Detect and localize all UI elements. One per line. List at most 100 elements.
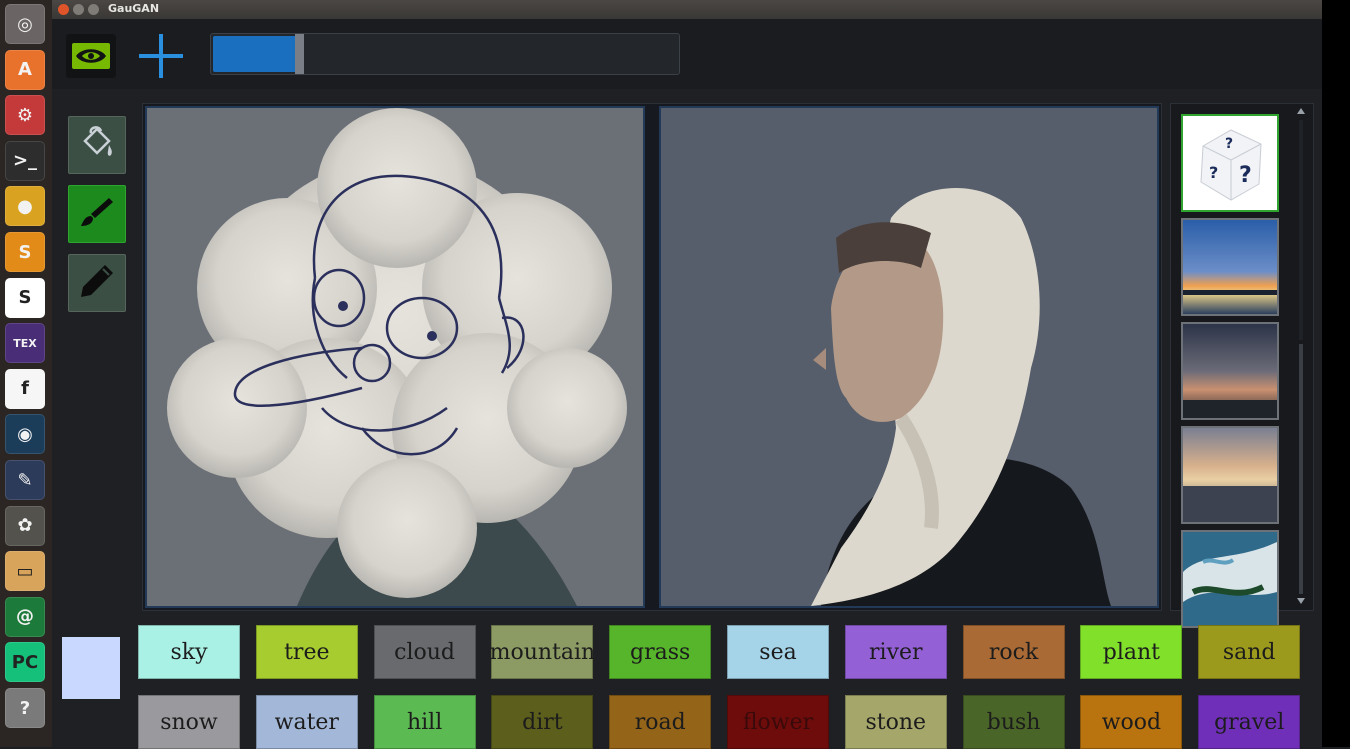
thumbnail-scrollbar[interactable] — [1295, 106, 1307, 606]
label-swatch-text: river — [869, 639, 923, 665]
label-swatch-river[interactable]: river — [844, 625, 947, 679]
font-viewer-icon-glyph: f — [21, 378, 29, 400]
pencil-tool[interactable] — [68, 254, 126, 312]
label-swatch-text: mountain — [489, 639, 596, 665]
ubuntu-home-icon-glyph: ◎ — [17, 13, 33, 35]
canvas-area — [142, 103, 1162, 611]
label-swatch-snow[interactable]: snow — [138, 695, 240, 749]
files-icon-glyph: ▭ — [16, 560, 34, 582]
label-swatch-flower[interactable]: flower — [727, 695, 829, 749]
chrome-icon-glyph: ● — [17, 195, 33, 217]
paint-icon[interactable]: ✎ — [5, 460, 45, 500]
minimize-window-button[interactable] — [73, 4, 84, 15]
svg-text:?: ? — [1225, 136, 1233, 152]
add-icon[interactable] — [136, 31, 186, 81]
fill-bucket-icon — [77, 123, 117, 167]
ubuntu-home-icon[interactable]: ◎ — [5, 4, 45, 44]
close-window-button[interactable] — [58, 4, 69, 15]
label-swatch-cloud[interactable]: cloud — [373, 625, 476, 679]
label-swatch-hill[interactable]: hill — [373, 695, 476, 749]
ide-icon[interactable]: @ — [5, 596, 45, 637]
fill-bucket-tool[interactable] — [68, 116, 126, 174]
system-settings-icon[interactable]: ⚙ — [5, 95, 45, 136]
slider-fill — [213, 36, 297, 72]
software-center-icon-glyph: A — [18, 59, 32, 81]
label-swatch-wood[interactable]: wood — [1080, 695, 1183, 749]
style-thumb-clouds-dusk[interactable] — [1181, 322, 1279, 420]
label-swatch-text: road — [634, 709, 686, 735]
label-swatch-text: plant — [1102, 639, 1161, 665]
label-swatch-sea[interactable]: sea — [727, 625, 829, 679]
segmentation-input-canvas[interactable] — [145, 106, 645, 608]
style-thumb-sunset-lake[interactable] — [1181, 218, 1279, 316]
style-thumbnail-list: ??? — [1170, 103, 1314, 628]
sublime-text-icon-glyph: S — [18, 241, 32, 263]
label-swatch-bush[interactable]: bush — [962, 695, 1065, 749]
pycharm-icon-glyph: PC — [11, 651, 39, 673]
launcher-dock: ◎ A ⚙ >_ ● S S TEX f ◉ ✎ ✿ ▭ @ PC? — [0, 0, 53, 747]
files-icon[interactable]: ▭ — [5, 551, 45, 592]
brush-icon — [77, 192, 117, 236]
label-swatch-text: rock — [988, 639, 1039, 665]
globe-icon-glyph: ◉ — [17, 423, 33, 445]
label-swatch-text: snow — [160, 709, 218, 735]
label-swatch-text: sky — [170, 639, 208, 665]
software-center-icon[interactable]: A — [5, 49, 45, 90]
maximize-window-button[interactable] — [88, 4, 99, 15]
gimp-icon[interactable]: ✿ — [5, 505, 45, 546]
label-swatch-text: flower — [742, 709, 814, 735]
label-swatch-sand[interactable]: sand — [1198, 625, 1301, 679]
terminal-icon-glyph: >_ — [12, 150, 38, 172]
generated-output-image — [659, 106, 1159, 608]
label-swatch-text: bush — [986, 709, 1041, 735]
window-title: GauGAN — [108, 2, 160, 15]
terminal-icon[interactable]: >_ — [5, 140, 45, 181]
paint-icon-glyph: ✎ — [17, 469, 33, 491]
slack-icon-glyph: S — [18, 287, 32, 309]
label-swatch-water[interactable]: water — [255, 695, 358, 749]
slack-icon[interactable]: S — [5, 277, 45, 318]
style-blend-slider[interactable] — [210, 33, 680, 75]
label-swatch-text: tree — [284, 639, 330, 665]
texmaker-icon[interactable]: TEX — [5, 323, 45, 364]
chrome-icon[interactable]: ● — [5, 186, 45, 227]
nvidia-logo-icon — [66, 34, 116, 78]
brush-tool[interactable] — [68, 185, 126, 243]
label-swatch-tree[interactable]: tree — [255, 625, 358, 679]
gaugan-app: ??? sky tree cloud mountain grass sea river roc… — [52, 19, 1322, 749]
label-swatch-text: gravel — [1214, 709, 1285, 735]
sublime-text-icon[interactable]: S — [5, 232, 45, 272]
help-icon-glyph: ? — [19, 697, 31, 719]
svg-text:?: ? — [1209, 163, 1218, 182]
label-swatch-sky[interactable]: sky — [138, 625, 240, 679]
label-swatch-grass[interactable]: grass — [609, 625, 712, 679]
font-viewer-icon[interactable]: f — [5, 368, 45, 409]
window-titlebar: GauGAN — [52, 0, 1322, 19]
label-swatch-dirt[interactable]: dirt — [491, 695, 594, 749]
gimp-icon-glyph: ✿ — [17, 515, 33, 537]
current-color-swatch — [62, 637, 120, 699]
label-swatch-text: sea — [759, 639, 797, 665]
label-swatch-stone[interactable]: stone — [844, 695, 947, 749]
pycharm-icon[interactable]: PC — [5, 642, 45, 683]
label-swatch-road[interactable]: road — [609, 695, 712, 749]
slider-thumb[interactable] — [294, 34, 304, 74]
label-swatch-mountain[interactable]: mountain — [489, 625, 596, 679]
texmaker-icon-glyph: TEX — [13, 336, 37, 350]
label-swatch-text: hill — [406, 709, 443, 735]
help-icon[interactable]: ? — [5, 688, 45, 728]
label-swatch-text: stone — [865, 709, 927, 735]
ide-icon-glyph: @ — [16, 606, 34, 628]
label-swatch-text: sand — [1222, 639, 1276, 665]
label-swatch-text: grass — [630, 639, 691, 665]
label-swatch-gravel[interactable]: gravel — [1198, 695, 1301, 749]
system-settings-icon-glyph: ⚙ — [16, 104, 34, 126]
label-swatch-rock[interactable]: rock — [962, 625, 1065, 679]
globe-icon[interactable]: ◉ — [5, 414, 45, 455]
label-swatch-text: cloud — [394, 639, 456, 665]
label-swatch-text: dirt — [522, 709, 563, 735]
label-swatch-text: wood — [1101, 709, 1162, 735]
random-style-thumb[interactable]: ??? — [1181, 114, 1279, 212]
label-swatch-plant[interactable]: plant — [1080, 625, 1183, 679]
style-thumb-city-clouds[interactable] — [1181, 426, 1279, 524]
